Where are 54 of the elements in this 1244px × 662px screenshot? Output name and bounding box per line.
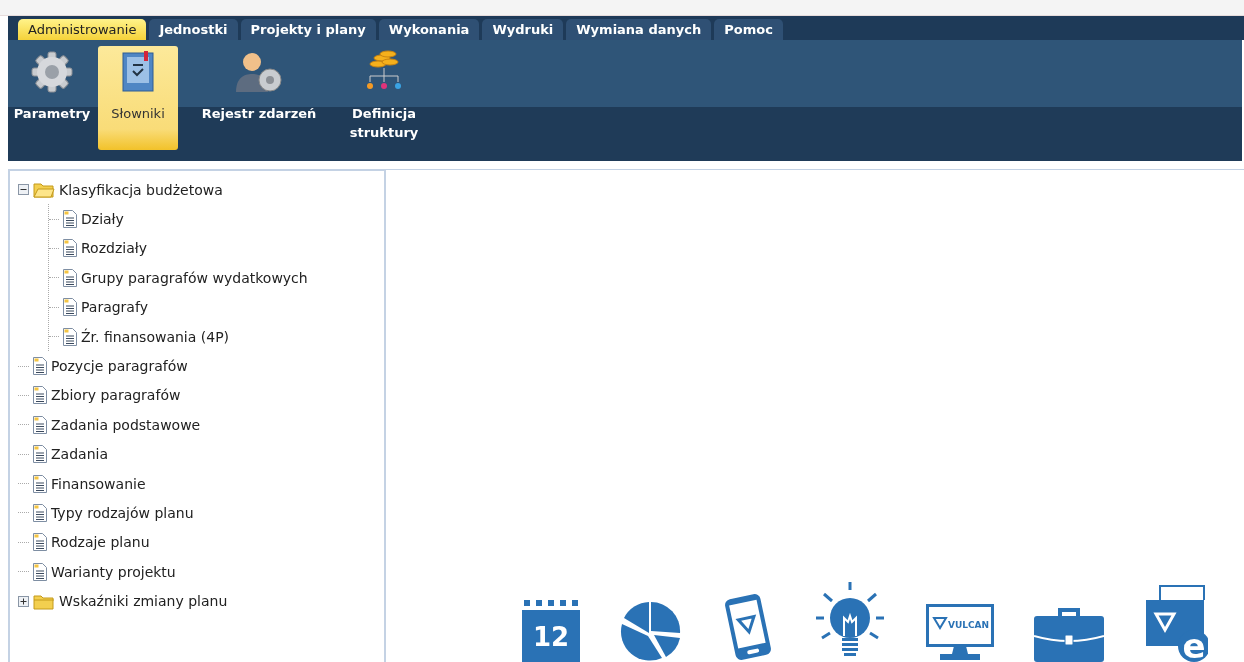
- document-icon: [33, 415, 47, 434]
- tree-item[interactable]: Typy rodzajów planu: [51, 505, 194, 521]
- tree-item[interactable]: Pozycje paragrafów: [51, 358, 188, 375]
- document-icon: [33, 474, 47, 493]
- monitor-icon[interactable]: [926, 604, 994, 660]
- tree-item[interactable]: Wskaźniki zmiany planu: [59, 593, 228, 610]
- tree-item[interactable]: Działy: [81, 211, 124, 228]
- gear-icon: [30, 50, 74, 94]
- tree-item[interactable]: Grupy paragrafów wydatkowych: [81, 269, 308, 286]
- tree-item[interactable]: Rodzaje planu: [51, 534, 150, 551]
- tree-item[interactable]: Paragrafy: [81, 299, 148, 316]
- letter-e: e: [1182, 626, 1206, 662]
- tree-item[interactable]: Źr. finansowania (4P): [81, 328, 230, 345]
- document-icon: [63, 268, 77, 287]
- collapse-icon[interactable]: [18, 184, 29, 196]
- menu-tab[interactable]: Administrowanie: [18, 19, 147, 40]
- briefcase-icon[interactable]: [1034, 606, 1104, 662]
- document-icon: [33, 533, 47, 552]
- menu-tab[interactable]: Projekty i plany: [240, 19, 376, 40]
- document-icon: [63, 210, 77, 229]
- menu-tab[interactable]: Wydruki: [482, 19, 564, 40]
- user-gear-icon: [234, 50, 284, 94]
- menu-tab[interactable]: Wykonania: [378, 19, 480, 40]
- document-icon: [33, 357, 47, 376]
- tree-item[interactable]: Rozdziały: [81, 240, 147, 257]
- pie-chart-icon[interactable]: [620, 600, 682, 662]
- expand-icon[interactable]: [18, 595, 29, 607]
- ribbon-button[interactable]: Parametry: [12, 46, 92, 150]
- tree-item[interactable]: Finansowanie: [51, 475, 146, 492]
- book-icon: [121, 51, 155, 93]
- tree-item[interactable]: Zadania podstawowe: [51, 416, 201, 433]
- tree-item[interactable]: Zadania: [51, 446, 108, 463]
- document-icon: [33, 504, 47, 522]
- folder-icon: [33, 592, 55, 610]
- logo-text: VULCAN: [948, 620, 990, 630]
- document-icon: [63, 298, 77, 317]
- menu-tab[interactable]: Wymiana danych: [566, 19, 712, 40]
- document-icon: [63, 239, 77, 258]
- menu-tab[interactable]: Pomoc: [714, 19, 783, 40]
- tree-item[interactable]: Klasyfikacja budżetowa: [59, 181, 223, 198]
- ribbon-button[interactable]: Słowniki: [98, 46, 178, 150]
- ribbon-button[interactable]: Rejestr zdarzeń: [184, 46, 334, 150]
- open-folder-icon: [33, 181, 55, 199]
- document-icon: [33, 445, 47, 464]
- ribbon-button[interactable]: Definicja struktury: [340, 46, 428, 150]
- document-icon: [63, 327, 77, 346]
- calendar-icon[interactable]: [522, 600, 580, 662]
- tree-item[interactable]: Warianty projektu: [51, 563, 176, 580]
- tree-item[interactable]: Zbiory paragrafów: [51, 387, 181, 404]
- day-number: 12: [532, 622, 570, 652]
- document-icon: [33, 386, 47, 405]
- document-icon: [33, 562, 47, 581]
- menu-tab[interactable]: Jednostki: [149, 19, 238, 40]
- shopping-bag-icon[interactable]: [1146, 585, 1208, 662]
